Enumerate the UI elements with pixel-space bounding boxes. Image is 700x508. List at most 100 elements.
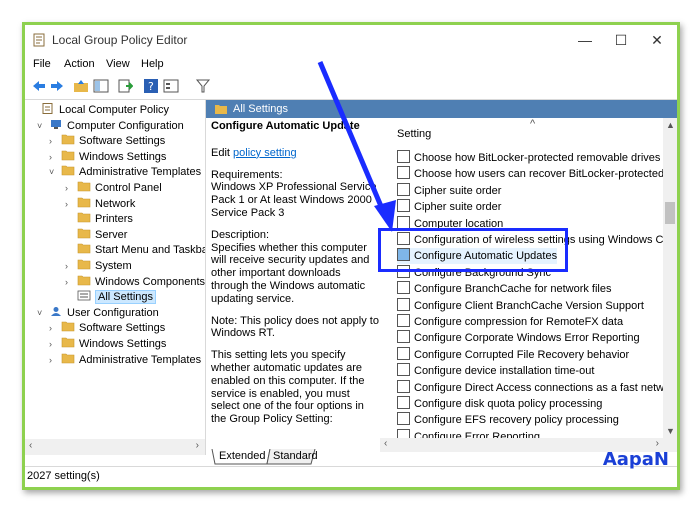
close-button[interactable]: ✕: [641, 29, 673, 51]
scroll-down-icon[interactable]: ▼: [666, 426, 675, 436]
tree-item[interactable]: › Windows Settings: [49, 149, 166, 165]
row-label: Configure Direct Access connections as a…: [414, 381, 677, 394]
tree-item[interactable]: Server: [65, 227, 127, 243]
expand-chevron-icon[interactable]: ›: [65, 180, 77, 196]
policy-setting-icon: [397, 363, 410, 377]
forward-arrow-icon[interactable]: [49, 78, 65, 94]
tree-item-label: Local Computer Policy: [59, 104, 170, 116]
table-row[interactable]: Configure Direct Access connections as a…: [397, 379, 677, 396]
folder-icon: [77, 197, 91, 207]
expand-chevron-icon[interactable]: ›: [65, 274, 77, 290]
table-row[interactable]: Configure BranchCache for network files: [397, 281, 611, 297]
list-vertical-scrollbar[interactable]: ▲ ▼: [663, 118, 677, 438]
tree-horizontal-scrollbar[interactable]: ‹ ›: [25, 439, 205, 455]
tree-item[interactable]: Printers: [65, 211, 133, 227]
table-row[interactable]: Configure Client BranchCache Version Sup…: [397, 297, 644, 314]
row-label: Cipher suite order: [414, 184, 502, 197]
policy-setting-icon: [397, 346, 410, 360]
expand-chevron-icon[interactable]: ›: [49, 133, 61, 149]
folder-icon: [61, 353, 75, 363]
tree-item[interactable]: Local Computer Policy: [29, 102, 169, 118]
show-hide-tree-icon[interactable]: [93, 78, 109, 94]
tree-item[interactable]: ˅ Computer Configuration: [37, 118, 184, 134]
tree-item[interactable]: ˅ User Configuration: [37, 305, 159, 321]
table-row[interactable]: Cipher suite order: [397, 199, 501, 215]
requirements-label: Requirements:: [211, 168, 283, 181]
table-row[interactable]: Configure EFS recovery policy processing: [397, 412, 619, 428]
expand-chevron-icon[interactable]: ›: [49, 336, 61, 352]
menu-help[interactable]: Help: [141, 58, 164, 70]
tree-item[interactable]: ˅ Administrative Templates: [49, 164, 201, 180]
table-row[interactable]: Configure compression for RemoteFX data: [397, 314, 623, 330]
folder-icon: [61, 322, 75, 332]
tree-item[interactable]: › Software Settings: [49, 133, 165, 149]
tree-item-label: Server: [95, 228, 128, 241]
tab-extended[interactable]: Extended: [219, 450, 265, 462]
expand-chevron-icon[interactable]: ›: [65, 196, 77, 212]
scroll-up-icon[interactable]: ▲: [666, 120, 675, 130]
tree-scroll-left-icon[interactable]: ‹: [29, 440, 32, 451]
folder-icon: [77, 275, 91, 285]
table-row[interactable]: Configure Corrupted File Recovery behavi…: [397, 346, 629, 363]
table-row[interactable]: Configure Error Reporting: [397, 428, 540, 438]
edit-prefix: Edit: [211, 146, 234, 159]
tree-item[interactable]: Start Menu and Taskba: [65, 242, 205, 258]
tree-item-label: System: [95, 260, 132, 272]
up-folder-icon[interactable]: [73, 78, 89, 94]
tree-item[interactable]: › System: [65, 258, 132, 274]
settings-list: Setting ^ Choose how BitLocker-protected…: [380, 118, 677, 438]
detail-header: All Settings: [206, 100, 677, 118]
back-arrow-icon[interactable]: [31, 78, 47, 94]
policy-setting-icon: [397, 396, 410, 409]
properties-icon[interactable]: [163, 78, 179, 94]
highlight-box: [378, 228, 568, 272]
scrollbar-thumb[interactable]: [665, 202, 675, 224]
policy-setting-icon: [397, 199, 410, 213]
expand-chevron-icon[interactable]: ›: [49, 320, 61, 336]
svg-text:?: ?: [148, 80, 154, 93]
maximize-button[interactable]: ☐: [605, 29, 637, 51]
help-icon[interactable]: ?: [143, 78, 159, 94]
tree-item-label: Printers: [95, 213, 133, 226]
watermark: AapaN: [602, 449, 669, 470]
row-label: Cipher suite order: [414, 201, 502, 214]
scroll-left-icon[interactable]: ‹: [384, 438, 387, 449]
table-row[interactable]: Configure disk quota policy processing: [397, 396, 602, 412]
table-row[interactable]: Cipher suite order: [397, 182, 502, 199]
tree-item[interactable]: › Network: [65, 196, 135, 212]
minimize-button[interactable]: —: [569, 29, 601, 51]
tree-scroll-right-icon[interactable]: ›: [196, 440, 199, 451]
expand-chevron-icon[interactable]: ˅: [37, 305, 49, 321]
tree-item[interactable]: › Windows Settings: [49, 336, 166, 352]
scroll-right-icon[interactable]: ›: [656, 438, 659, 449]
table-row[interactable]: Choose how users can recover BitLocker-p…: [397, 166, 677, 182]
expand-chevron-icon[interactable]: ˅: [49, 164, 61, 180]
table-row[interactable]: Configure Corporate Windows Error Report…: [397, 330, 640, 346]
expand-chevron-icon[interactable]: ˅: [37, 118, 49, 134]
menu-view[interactable]: View: [106, 58, 130, 70]
main-area: Local Computer Policy ˅ Computer Configura…: [25, 99, 677, 455]
filter-icon[interactable]: [195, 78, 211, 94]
expand-chevron-icon[interactable]: ›: [49, 149, 61, 165]
menu-action[interactable]: Action: [64, 58, 95, 70]
policy-setting-icon: [397, 215, 410, 229]
tab-standard[interactable]: Standard: [273, 450, 318, 462]
column-header-setting[interactable]: Setting: [397, 128, 431, 140]
tree-item-label: Control Panel: [95, 182, 162, 194]
tree-item-label: Administrative Templates: [79, 353, 202, 366]
policy-setting-link[interactable]: policy setting: [233, 147, 297, 159]
menu-file[interactable]: File: [33, 58, 51, 70]
row-label: Choose how BitLocker-protected removable…: [414, 152, 677, 164]
export-list-icon[interactable]: [117, 78, 133, 94]
tree-item[interactable]: › Windows Components: [65, 274, 205, 290]
expand-chevron-icon[interactable]: ›: [65, 258, 77, 274]
tree-item[interactable]: › Software Settings: [49, 320, 165, 336]
tree-item[interactable]: › Administrative Templates: [49, 352, 201, 368]
folder-icon: [77, 244, 91, 254]
policy-setting-icon: [397, 281, 410, 295]
tree-item[interactable]: › Control Panel: [65, 180, 162, 196]
table-row[interactable]: Choose how BitLocker-protected removable…: [397, 150, 677, 166]
tree-item[interactable]: All Settings: [65, 289, 157, 305]
expand-chevron-icon[interactable]: ›: [49, 352, 61, 368]
table-row[interactable]: Configure device installation time-out: [397, 363, 594, 379]
